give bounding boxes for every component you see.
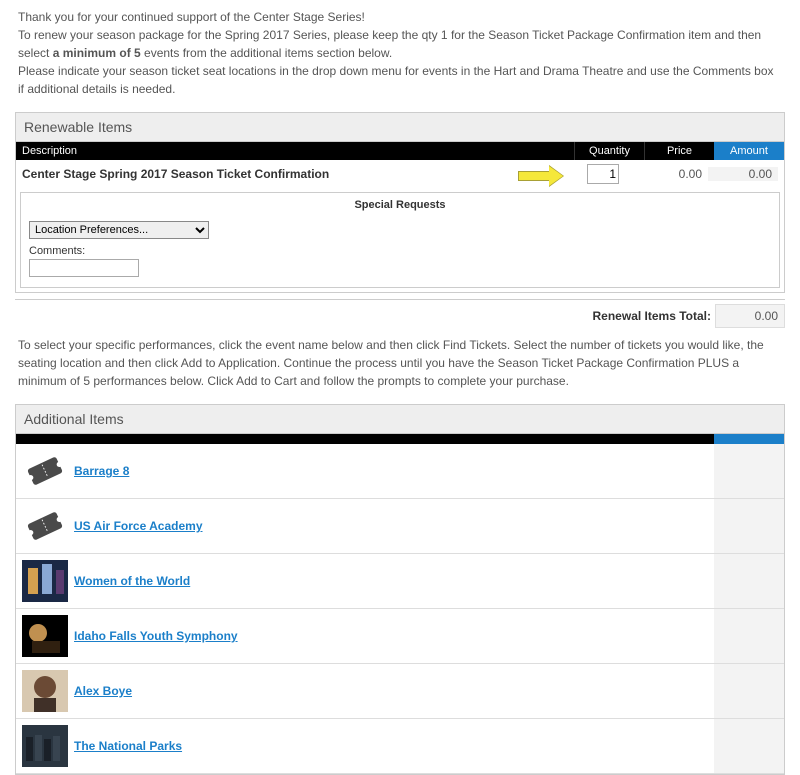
- renewable-header: Renewable Items: [16, 113, 784, 142]
- event-link-usaf[interactable]: US Air Force Academy: [74, 519, 714, 533]
- middle-text: To select your specific performances, cl…: [0, 328, 800, 394]
- special-requests-title: Special Requests: [29, 199, 771, 211]
- list-amount-col: [714, 444, 784, 498]
- event-link-idaho[interactable]: Idaho Falls Youth Symphony: [74, 629, 714, 643]
- event-link-alex[interactable]: Alex Boye: [74, 684, 714, 698]
- quantity-input[interactable]: [587, 164, 619, 184]
- intro-text: Thank you for your continued support of …: [0, 0, 800, 102]
- event-link-parks[interactable]: The National Parks: [74, 739, 714, 753]
- col-description: Description: [16, 142, 574, 160]
- additional-header: Additional Items: [16, 405, 784, 434]
- event-thumbnail: [22, 615, 68, 657]
- intro-line2b: a minimum of 5: [53, 46, 141, 60]
- renewal-total-value: 0.00: [715, 304, 785, 328]
- item-desc-text: Center Stage Spring 2017 Season Ticket C…: [22, 167, 329, 181]
- list-item: Idaho Falls Youth Symphony: [16, 609, 784, 664]
- item-amount: 0.00: [708, 167, 778, 181]
- event-thumbnail: [22, 725, 68, 767]
- item-description: Center Stage Spring 2017 Season Ticket C…: [22, 167, 568, 181]
- col-price: Price: [644, 142, 714, 160]
- item-price: 0.00: [638, 167, 708, 181]
- renewable-panel: Renewable Items Description Quantity Pri…: [15, 112, 785, 293]
- list-amount-col: [714, 609, 784, 663]
- intro-line3: Please indicate your season ticket seat …: [18, 64, 774, 96]
- event-thumbnail: [22, 670, 68, 712]
- ticket-icon: [22, 450, 68, 492]
- list-item: Women of the World: [16, 554, 784, 609]
- comments-input[interactable]: [29, 259, 139, 277]
- location-select[interactable]: Location Preferences...: [29, 221, 209, 239]
- list-item: Alex Boye: [16, 664, 784, 719]
- list-amount-col: [714, 664, 784, 718]
- list-amount-col: [714, 719, 784, 773]
- list-item: Barrage 8: [16, 444, 784, 499]
- special-requests-panel: Special Requests Location Preferences...…: [20, 192, 780, 288]
- list-item: The National Parks: [16, 719, 784, 774]
- renewable-table-header: Description Quantity Price Amount: [16, 142, 784, 160]
- ticket-icon: [22, 505, 68, 547]
- renewal-total-label: Renewal Items Total:: [593, 309, 711, 323]
- event-link-women[interactable]: Women of the World: [74, 574, 714, 588]
- additional-panel: Additional Items Barrage 8 US Air Force …: [15, 404, 785, 775]
- comments-label: Comments:: [29, 245, 771, 257]
- additional-header-bar: [16, 434, 784, 444]
- renewable-item-row: Center Stage Spring 2017 Season Ticket C…: [16, 160, 784, 188]
- intro-line1: Thank you for your continued support of …: [18, 10, 365, 24]
- intro-line2c: events from the additional items section…: [141, 46, 392, 60]
- event-link-barrage[interactable]: Barrage 8: [74, 464, 714, 478]
- list-amount-col: [714, 499, 784, 553]
- arrow-icon: [518, 166, 566, 186]
- col-amount: Amount: [714, 142, 784, 160]
- item-qty-cell: [568, 164, 638, 184]
- list-item: US Air Force Academy: [16, 499, 784, 554]
- list-amount-col: [714, 554, 784, 608]
- event-thumbnail: [22, 560, 68, 602]
- renewal-total-row: Renewal Items Total: 0.00: [15, 299, 785, 328]
- col-quantity: Quantity: [574, 142, 644, 160]
